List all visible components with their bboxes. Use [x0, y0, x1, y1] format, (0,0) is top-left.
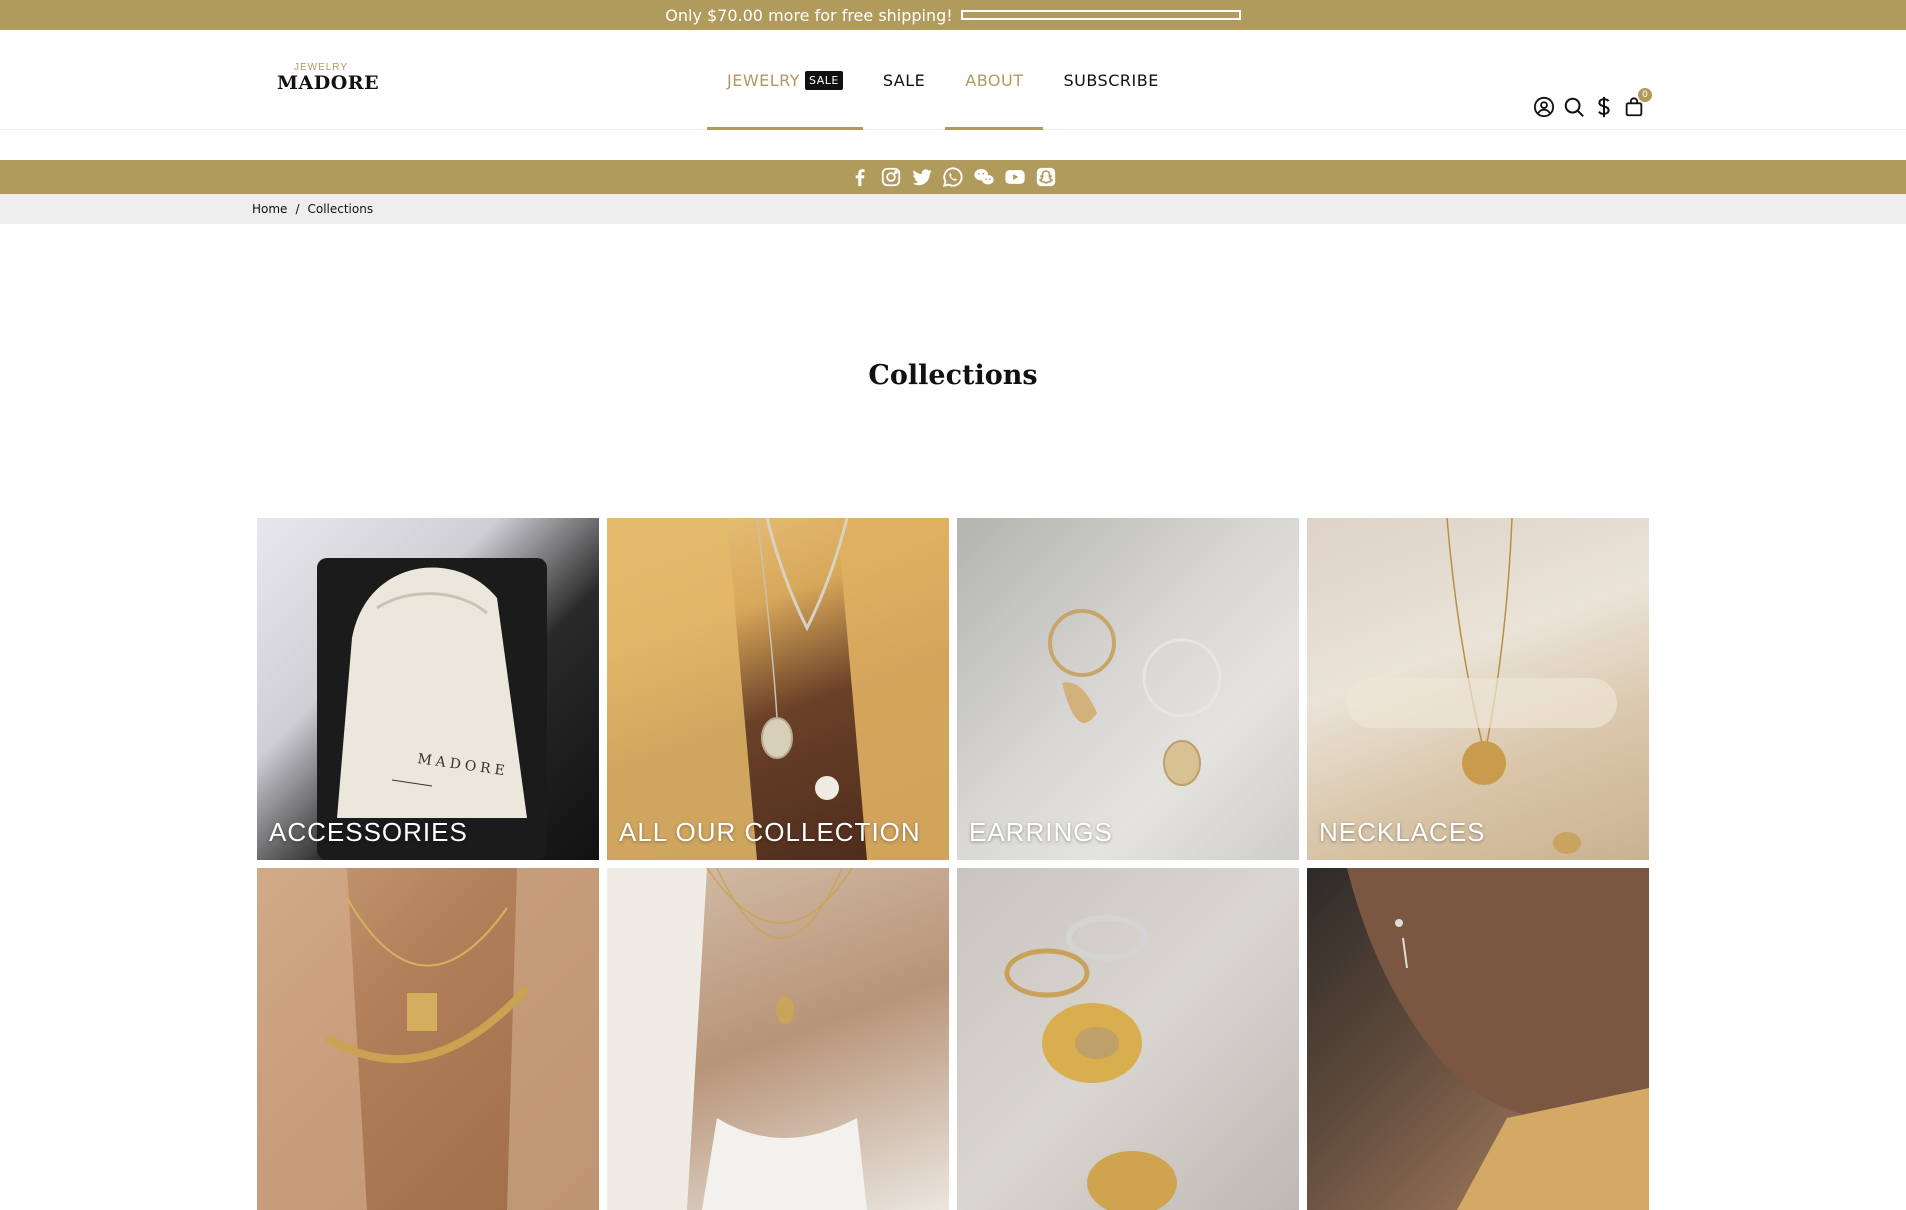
breadcrumb-home[interactable]: Home — [252, 202, 287, 216]
collection-tile-accessories[interactable]: MADORE ACCESSORIES — [257, 518, 599, 860]
whatsapp-icon[interactable] — [942, 166, 964, 188]
collection-image — [1347, 868, 1649, 1210]
header-icons: 0 — [1533, 88, 1652, 118]
nav-sale[interactable]: SALE — [863, 30, 945, 130]
nav-jewelry[interactable]: JEWELRY SALE — [707, 30, 863, 130]
collection-image — [1048, 609, 1222, 786]
nav-active-underline — [945, 127, 1044, 130]
nav-subscribe[interactable]: SUBSCRIBE — [1043, 30, 1178, 130]
collection-tile[interactable] — [1307, 868, 1649, 1210]
wechat-icon[interactable] — [973, 166, 995, 188]
snapchat-icon[interactable] — [1035, 166, 1057, 188]
collection-image — [1347, 518, 1617, 854]
collection-image — [257, 868, 599, 1210]
promo-text: Only $70.00 more for free shipping! — [665, 5, 953, 25]
youtube-icon[interactable] — [1004, 166, 1026, 188]
nav-subscribe-label: SUBSCRIBE — [1063, 70, 1159, 90]
account-icon[interactable] — [1533, 96, 1555, 118]
cart-count-badge: 0 — [1638, 88, 1652, 102]
logo-wordmark: MADORE — [277, 72, 380, 94]
search-icon[interactable] — [1563, 96, 1585, 118]
page-title: Collections — [868, 360, 1038, 391]
breadcrumb: Home / Collections — [0, 194, 1906, 224]
cart-icon[interactable]: 0 — [1623, 88, 1652, 118]
main-nav: JEWELRY SALE SALE ABOUT SUBSCRIBE — [707, 30, 1179, 130]
collection-image: MADORE — [317, 558, 547, 860]
collection-tile-necklaces[interactable]: NECKLACES — [1307, 518, 1649, 860]
instagram-icon[interactable] — [880, 166, 902, 188]
shipping-progress-bar — [960, 10, 1241, 20]
collection-tile-all[interactable]: ALL OUR COLLECTION — [607, 518, 949, 860]
collection-image — [607, 868, 867, 1210]
collection-tile[interactable] — [607, 868, 949, 1210]
site-logo[interactable]: JEWELRY MADORE — [277, 62, 380, 94]
collection-image — [607, 518, 949, 860]
collection-label: ALL OUR COLLECTION — [619, 817, 921, 847]
collection-label: EARRINGS — [969, 817, 1113, 847]
shipping-promo-bar: Only $70.00 more for free shipping! — [0, 0, 1906, 30]
facebook-icon[interactable] — [849, 166, 871, 188]
collection-image — [1004, 915, 1177, 1210]
sale-badge: SALE — [805, 70, 843, 90]
breadcrumb-current: Collections — [307, 202, 374, 216]
collection-label: ACCESSORIES — [269, 817, 468, 847]
site-header: JEWELRY MADORE JEWELRY SALE SALE ABOUT S… — [0, 30, 1906, 130]
breadcrumb-separator: / — [295, 202, 300, 216]
nav-about[interactable]: ABOUT — [945, 30, 1044, 130]
collection-tile[interactable] — [957, 868, 1299, 1210]
currency-icon[interactable] — [1593, 96, 1615, 118]
twitter-icon[interactable] — [911, 166, 933, 188]
collections-grid: MADORE ACCESSORIES ALL OUR COLLECTION EA… — [257, 518, 1649, 1210]
nav-about-label: ABOUT — [965, 70, 1024, 90]
collection-tile-earrings[interactable]: EARRINGS — [957, 518, 1299, 860]
collection-label: NECKLACES — [1319, 817, 1486, 847]
nav-sale-label: SALE — [882, 70, 926, 90]
social-bar — [0, 160, 1906, 194]
nav-active-underline — [707, 127, 863, 130]
nav-jewelry-label: JEWELRY — [727, 70, 801, 90]
collection-tile[interactable] — [257, 868, 599, 1210]
